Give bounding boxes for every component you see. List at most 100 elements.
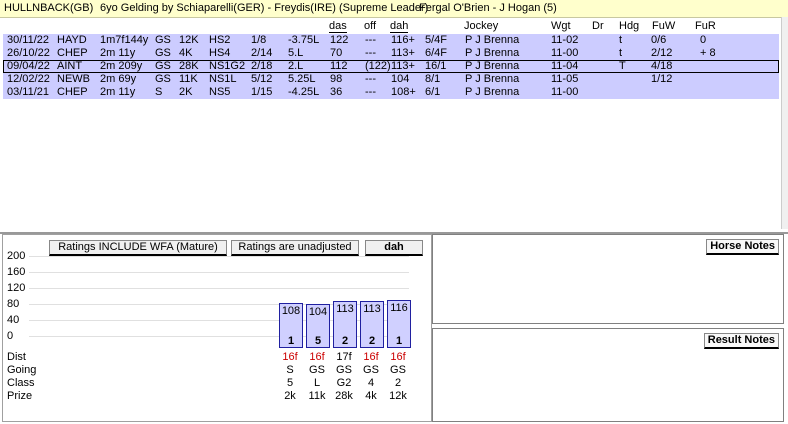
cell-dah: 113+	[391, 60, 415, 72]
cell-date: 26/10/22	[7, 47, 50, 59]
prize-row-label: Prize	[7, 390, 33, 402]
cell-jockey: P J Brenna	[465, 86, 520, 98]
ratings-chart-panel: Ratings INCLUDE WFA (Mature) Ratings are…	[2, 234, 432, 422]
cell-going: GS	[155, 60, 171, 72]
rating-bar[interactable]: 113 2	[333, 301, 357, 348]
col-jockey-header[interactable]: Jockey	[464, 20, 498, 32]
cell-wgt: 11-05	[551, 73, 579, 85]
form-scrollbar[interactable]	[781, 17, 788, 229]
prize-value: 11k	[308, 390, 326, 402]
cell-pos: 1/15	[251, 86, 273, 98]
col-off-header[interactable]: off	[364, 20, 376, 32]
going-value: GS	[309, 364, 325, 376]
class-value: 5	[286, 377, 294, 389]
cell-off: ---	[365, 47, 376, 59]
cell-pos: 5/12	[251, 73, 273, 85]
dist-value: 16f	[390, 351, 406, 363]
y-tick-label: 200	[7, 250, 26, 262]
rating-bar[interactable]: 116 1	[387, 300, 411, 348]
cell-class: HS4	[209, 47, 231, 59]
cell-sp: 16/1	[425, 60, 447, 72]
col-hdg-header[interactable]: Hdg	[619, 20, 639, 32]
cell-wgt: 11-02	[551, 34, 579, 46]
cell-dist: 1m7f144y	[100, 34, 149, 46]
col-dah-header[interactable]: dah	[390, 20, 409, 33]
cell-das: 122	[330, 34, 349, 46]
cell-dah: 116+	[391, 34, 415, 46]
going-row-label: Going	[7, 364, 37, 376]
bar-rating-label: 116	[390, 302, 408, 314]
cell-dah: 108+	[391, 86, 416, 98]
form-row[interactable]: 12/02/22 NEWB 2m 69y GS 11K NS1L 5/12 5.25L 98 --…	[3, 73, 779, 86]
cell-date: 30/11/22	[7, 34, 50, 46]
cell-fuw: 4/18	[651, 60, 673, 72]
bar-position-label: 5	[314, 335, 322, 347]
adjusted-toggle-button[interactable]: Ratings are unadjusted	[231, 240, 359, 256]
going-value: GS	[390, 364, 406, 376]
result-notes-panel[interactable]: Result Notes	[432, 328, 784, 422]
cell-class: NS5	[209, 86, 231, 98]
class-value: 4	[367, 377, 375, 389]
col-fur-header[interactable]: FuR	[695, 20, 716, 32]
y-tick-label: 120	[7, 282, 26, 294]
metric-toggle-button[interactable]: dah	[365, 240, 423, 256]
cell-wgt: 11-00	[551, 47, 579, 59]
trainer-jockey: Fergal O'Brien - J Hogan (5)	[419, 2, 557, 14]
grid-line	[29, 272, 409, 273]
cell-class: NS1G2	[209, 60, 246, 72]
dist-value: 16f	[363, 351, 379, 363]
cell-btn: -3.75L	[288, 34, 320, 46]
form-row[interactable]: 09/04/22 AINT 2m 209y GS 28K NS1G2 2/18 2.L 112 (…	[3, 60, 779, 73]
lower-area: Ratings INCLUDE WFA (Mature) Ratings are…	[0, 232, 788, 424]
horse-notes-panel[interactable]: Horse Notes	[432, 234, 784, 324]
cell-course: CHEP	[57, 47, 88, 59]
dist-value: 17f	[336, 351, 352, 363]
cell-hdg: t	[619, 47, 623, 59]
horse-notes-button[interactable]: Horse Notes	[706, 239, 779, 255]
cell-prize: 11K	[179, 73, 198, 85]
col-dr-header[interactable]: Dr	[592, 20, 604, 32]
result-notes-button[interactable]: Result Notes	[703, 333, 779, 349]
going-value: GS	[336, 364, 352, 376]
cell-hdg: T	[619, 60, 626, 72]
cell-going: GS	[155, 34, 171, 46]
col-das-header[interactable]: das	[329, 20, 347, 33]
cell-prize: 12K	[179, 34, 199, 46]
class-value: 2	[394, 377, 402, 389]
cell-btn: -4.25L	[288, 86, 320, 98]
cell-btn: 5.L	[288, 47, 304, 59]
cell-going: S	[155, 86, 163, 98]
cell-prize: 2K	[179, 86, 193, 98]
y-tick-label: 0	[7, 330, 14, 342]
cell-jockey: P J Brenna	[465, 60, 520, 72]
cell-course: HAYD	[57, 34, 87, 46]
cell-date: 12/02/22	[7, 73, 50, 85]
cell-wgt: 11-00	[551, 86, 579, 98]
dist-value: 16f	[309, 351, 325, 363]
cell-hdg: t	[619, 34, 623, 46]
rating-bar[interactable]: 108 1	[279, 303, 303, 348]
cell-date: 03/11/21	[7, 86, 50, 98]
cell-btn: 2.L	[288, 60, 304, 72]
cell-sp: 6/1	[425, 86, 441, 98]
form-row[interactable]: 30/11/22 HAYD 1m7f144y GS 12K HS2 1/8 -3.75L 122…	[3, 34, 779, 47]
col-wgt-header[interactable]: Wgt	[551, 20, 571, 32]
cell-pos: 1/8	[251, 34, 267, 46]
col-fuw-header[interactable]: FuW	[652, 20, 675, 32]
bar-rating-label: 104	[308, 306, 328, 318]
rating-bar[interactable]: 113 2	[360, 301, 384, 348]
grid-line	[29, 256, 409, 257]
cell-off: ---	[365, 86, 376, 98]
cell-fuw: 2/12	[651, 47, 673, 59]
cell-prize: 4K	[179, 47, 193, 59]
cell-off: ---	[365, 34, 376, 46]
rating-bar[interactable]: 104 5	[306, 304, 330, 348]
cell-wgt: 11-04	[551, 60, 579, 72]
form-row[interactable]: 26/10/22 CHEP 2m 11y GS 4K HS4 2/14 5.L 70 --- 113…	[3, 47, 779, 60]
wfa-toggle-button[interactable]: Ratings INCLUDE WFA (Mature)	[49, 240, 227, 256]
bar-position-label: 2	[368, 335, 376, 347]
class-row-label: Class	[7, 377, 35, 389]
cell-sp: 6/4F	[425, 47, 448, 59]
cell-jockey: P J Brenna	[465, 47, 520, 59]
form-row[interactable]: 03/11/21 CHEP 2m 11y S 2K NS5 1/15 -4.25L 36 --- 1…	[3, 86, 779, 99]
